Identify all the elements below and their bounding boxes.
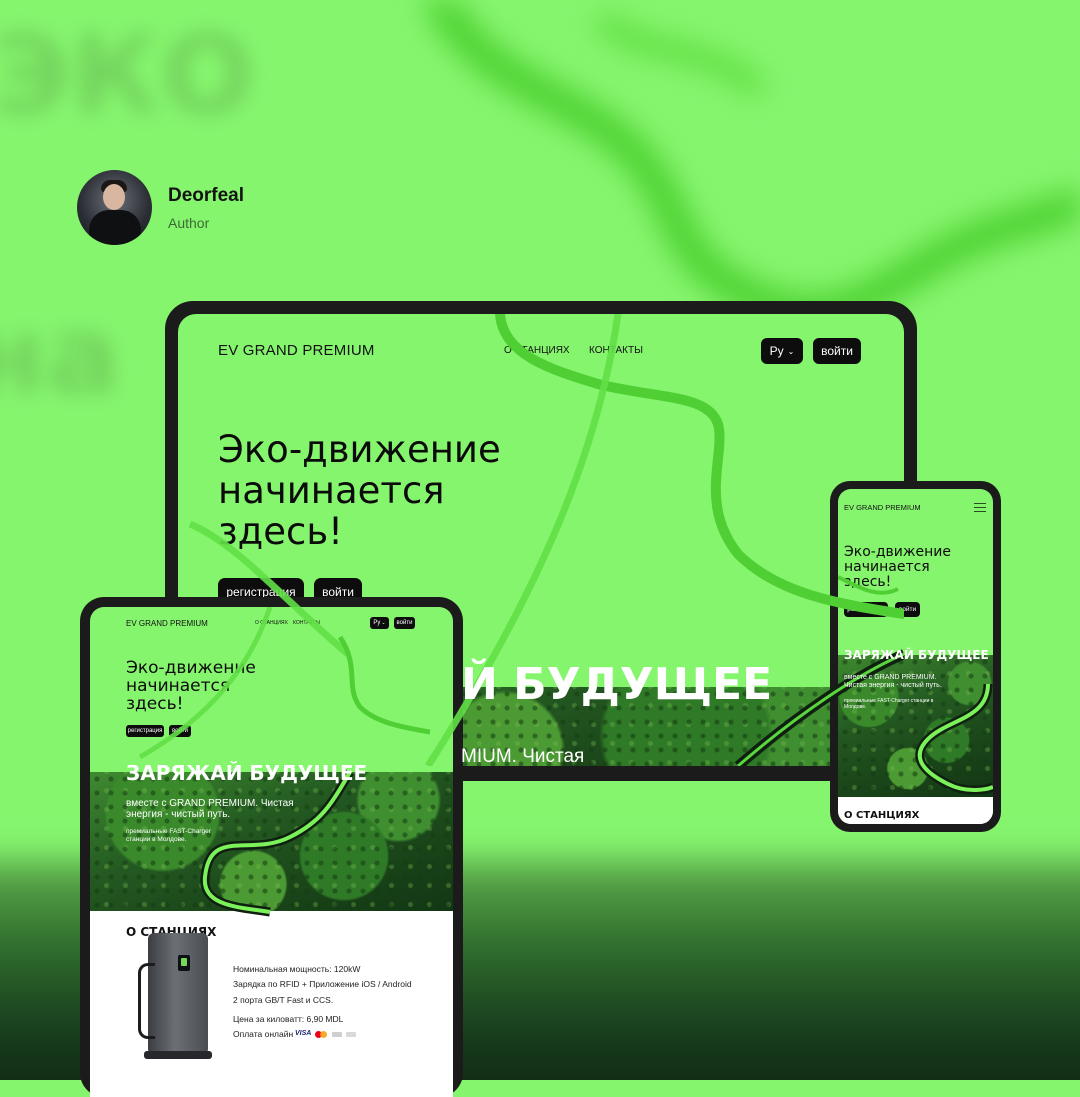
about-section: О СТАНЦИЯХ Номинальная мощность: 120kW З… (90, 911, 453, 1097)
hero-line-3: здесь! (844, 574, 892, 590)
tagline-line-1: вместе с GRAND PREMIUM. Чистая (126, 798, 294, 809)
charge-title: ЗАРЯЖАЙ БУДУЩЕЕ (844, 648, 989, 662)
nav-contacts[interactable]: КОНТАКТЫ (589, 345, 643, 356)
avatar (77, 170, 152, 245)
spec-ports: 2 порта GB/T Fast и CCS. (233, 995, 334, 1005)
small-line-2: Молдове. (844, 704, 867, 710)
tagline-line-2: Чистая энергия - чистый путь. (844, 682, 942, 689)
payment-icon-gray (346, 1032, 356, 1037)
charger-cable (138, 963, 155, 1039)
spec-payment: Оплата онлайн (233, 1029, 294, 1039)
hero-login-button[interactable]: войти (169, 725, 191, 737)
nav-about[interactable]: О СТАНЦИЯХ (504, 345, 570, 356)
small-line-2: станции в Молдове. (126, 836, 187, 843)
charge-title-partial: Й БУДУЩЕЕ (461, 659, 773, 710)
mastercard-icon (315, 1031, 327, 1038)
tablet-screen: EV GRAND PREMIUM О СТАНЦИЯХ КОНТАКТЫ Ру … (90, 607, 453, 1097)
background-text: ЭКО (0, 11, 255, 139)
hero-line-3: здесь! (126, 694, 184, 714)
site-brand[interactable]: EV GRAND PREMIUM (126, 619, 208, 628)
hero-line-2: начинается (126, 676, 231, 696)
phone-mockup: EV GRAND PREMIUM Эко-движение начинается… (830, 481, 1001, 832)
nav-contacts[interactable]: КОНТАКТЫ (293, 620, 320, 626)
about-title: О СТАНЦИЯХ (844, 810, 920, 821)
nav-about[interactable]: О СТАНЦИЯХ (255, 620, 288, 626)
plug-icon (181, 958, 187, 966)
hero-line-3: здесь! (218, 510, 344, 553)
language-label: Ру (769, 344, 784, 358)
charger-image (138, 933, 212, 1059)
spec-charging: Зарядка по RFID + Приложение iOS / Andro… (233, 979, 412, 989)
author-role: Author (168, 214, 210, 231)
charge-title: ЗАРЯЖАЙ БУДУЩЕЕ (126, 761, 368, 785)
menu-icon[interactable] (974, 503, 986, 512)
tablet-mockup: EV GRAND PREMIUM О СТАНЦИЯХ КОНТАКТЫ Ру … (80, 597, 463, 1097)
hero-line-2: начинается (844, 559, 930, 575)
spec-price: Цена за киловатт: 6,90 MDL (233, 1014, 344, 1024)
login-button[interactable]: войти (813, 338, 861, 364)
register-button[interactable]: регистрация (126, 725, 164, 737)
hero-login-button[interactable]: войти (895, 602, 920, 617)
hero-line-2: начинается (218, 469, 445, 512)
spec-power: Номинальная мощность: 120kW (233, 964, 361, 974)
hero-line-1: Эко-движение (126, 658, 256, 678)
small-line-1: премиальные FAST-Charger (126, 828, 211, 835)
tagline-partial: MIUM. Чистая (461, 746, 585, 766)
language-select[interactable]: Ру ⌄ (761, 338, 803, 364)
tagline-line-2: энергия - чистый путь. (126, 809, 231, 820)
payment-icon-gray (332, 1032, 342, 1037)
register-button[interactable]: регистрация (844, 602, 888, 617)
hero-line-1: Эко-движение (844, 544, 951, 560)
login-button[interactable]: войти (394, 617, 415, 629)
charger-base (144, 1051, 212, 1059)
chevron-down-icon: ⌄ (787, 346, 795, 356)
language-label: Ру (373, 620, 381, 626)
about-section: О СТАНЦИЯХ (838, 797, 993, 824)
author-card: Deorfeal Author (77, 170, 244, 245)
phone-screen: EV GRAND PREMIUM Эко-движение начинается… (838, 489, 993, 824)
author-name: Deorfeal (168, 184, 245, 206)
visa-logo: VISA (295, 1030, 312, 1037)
site-brand[interactable]: EV GRAND PREMIUM (844, 503, 921, 512)
chevron-down-icon: ⌄ (381, 620, 386, 626)
background-text: на (0, 291, 121, 419)
site-brand[interactable]: EV GRAND PREMIUM (218, 342, 375, 359)
language-select[interactable]: Ру ⌄ (370, 617, 389, 629)
hero-line-1: Эко-движение (218, 428, 501, 471)
tagline-line-1: вместе с GRAND PREMIUM. (844, 674, 937, 681)
